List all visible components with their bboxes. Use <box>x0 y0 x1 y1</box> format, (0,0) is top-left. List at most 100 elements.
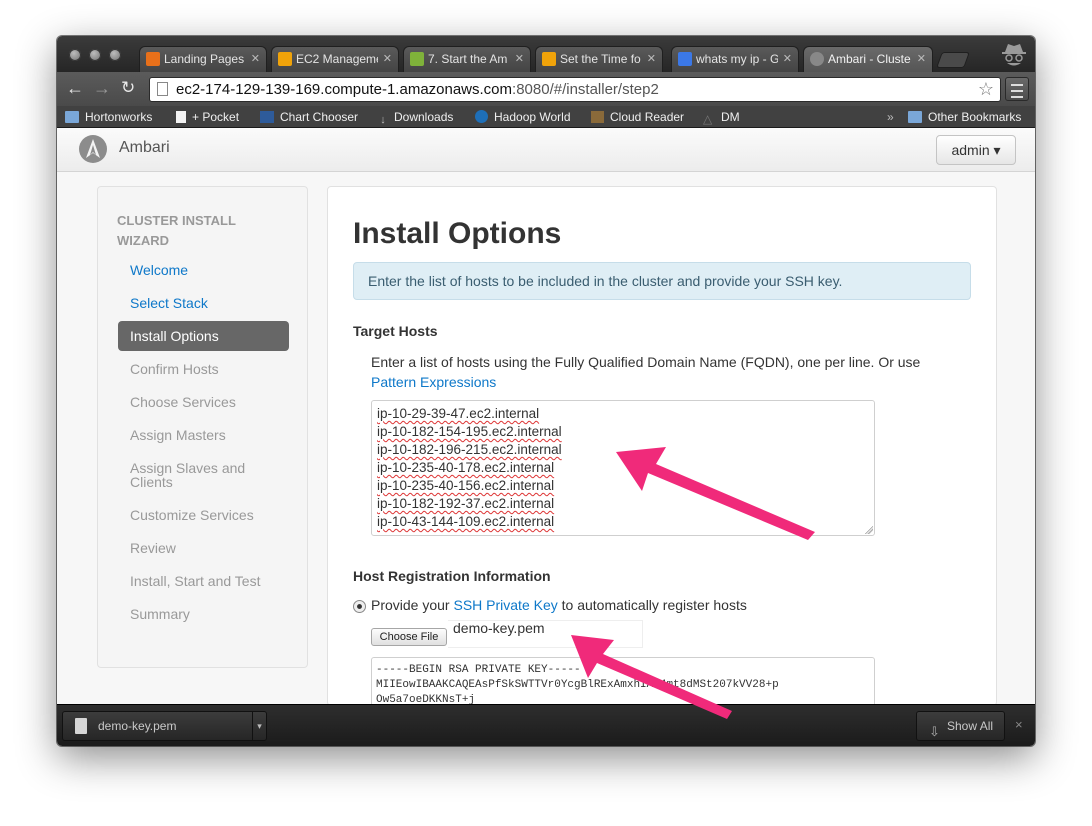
host-entry: ip-10-235-40-156.ec2.internal <box>377 478 555 493</box>
close-tab-icon[interactable]: ✕ <box>515 47 524 71</box>
hadoop-elephant-favicon-icon <box>410 52 424 66</box>
web-page: Ambari admin ▾ CLUSTER INSTALL WIZARD We… <box>57 128 1035 704</box>
selected-file-name: demo-key.pem <box>453 620 545 636</box>
download-arrow-icon: ⇩ <box>929 724 940 739</box>
key-line: MIIEowIBAAKCAQEAsPfSkSWTTVr0YcgBlRExAmxh… <box>376 679 779 691</box>
hosts-instructions: Enter a list of hosts using the Fully Qu… <box>371 354 921 390</box>
tab-landing-pages[interactable]: Landing Pages ✕ <box>139 46 267 72</box>
bookmark-dm[interactable]: △ DM <box>703 108 740 126</box>
show-all-downloads-button[interactable]: ⇩ Show All <box>916 711 1005 741</box>
tab-set-time[interactable]: Set the Time fo ✕ <box>535 46 663 72</box>
tab-ec2-management[interactable]: EC2 Manageme ✕ <box>271 46 399 72</box>
url-path: :8080/#/installer/step2 <box>512 81 659 98</box>
host-entry: ip-10-182-192-37.ec2.internal <box>377 496 555 511</box>
ssh-key-radio[interactable] <box>353 600 366 613</box>
close-window-button[interactable] <box>69 49 81 61</box>
host-entry: ip-10-43-144-109.ec2.internal <box>377 514 555 529</box>
tab-whats-my-ip[interactable]: whats my ip - G ✕ <box>671 46 799 72</box>
nav-choose-services: Choose Services <box>130 394 236 410</box>
nav-summary: Summary <box>130 606 190 622</box>
host-entry: ip-10-182-196-215.ec2.internal <box>377 442 562 457</box>
bookmark-downloads[interactable]: ↓ Downloads <box>378 108 453 126</box>
address-bar[interactable]: ec2-174-129-139-169.compute-1.amazonaws.… <box>149 77 1001 102</box>
target-hosts-heading: Target Hosts <box>353 323 438 339</box>
close-tab-icon[interactable]: ✕ <box>383 47 392 71</box>
ambari-logo-icon <box>79 135 107 163</box>
page-title: Install Options <box>353 217 562 250</box>
choose-file-button[interactable]: Choose File <box>371 628 447 646</box>
nav-confirm-hosts: Confirm Hosts <box>130 361 219 377</box>
bookmark-pocket[interactable]: + Pocket <box>176 108 239 126</box>
close-tab-icon[interactable]: ✕ <box>251 47 260 71</box>
url-host: ec2-174-129-139-169.compute-1.amazonaws.… <box>176 81 513 98</box>
forward-arrow-icon[interactable]: → <box>93 77 111 99</box>
folder-icon <box>65 111 79 123</box>
pattern-expressions-link[interactable]: Pattern Expressions <box>371 374 496 390</box>
resize-grip-icon[interactable] <box>865 526 873 534</box>
browser-toolbar: ← → ↻ ec2-174-129-139-169.compute-1.amaz… <box>57 72 1035 106</box>
host-entry: ip-10-29-39-47.ec2.internal <box>377 406 540 421</box>
file-icon <box>75 718 87 734</box>
minimize-window-button[interactable] <box>89 49 101 61</box>
host-registration-heading: Host Registration Information <box>353 568 551 584</box>
target-hosts-textarea[interactable]: ip-10-29-39-47.ec2.internal ip-10-182-15… <box>371 400 875 536</box>
bookmark-other-bookmarks[interactable]: Other Bookmarks <box>908 108 1021 126</box>
bookmark-hortonworks[interactable]: Hortonworks <box>65 108 152 126</box>
bookmarks-overflow-chevron[interactable]: » <box>887 108 894 126</box>
bookmark-chart-chooser[interactable]: Chart Chooser <box>260 108 358 126</box>
close-tab-icon[interactable]: ✕ <box>783 47 792 71</box>
tab-strip: Landing Pages ✕ EC2 Manageme ✕ 7. Start … <box>57 36 1035 72</box>
chrome-menu-button[interactable] <box>1005 77 1029 101</box>
main-content: Install Options Enter the list of hosts … <box>327 186 997 704</box>
google-favicon-icon <box>678 52 692 66</box>
ssh-private-key-link[interactable]: SSH Private Key <box>453 597 557 613</box>
reload-icon[interactable]: ↻ <box>121 77 135 99</box>
bookmark-hadoop-world[interactable]: Hadoop World <box>475 108 571 126</box>
admin-menu-button[interactable]: admin ▾ <box>936 135 1016 165</box>
app-header: Ambari admin ▾ <box>57 128 1035 172</box>
new-tab-button[interactable] <box>936 52 970 68</box>
download-shelf: demo-key.pem ▾ ⇩ Show All × <box>57 704 1035 746</box>
app-brand[interactable]: Ambari <box>119 139 170 157</box>
star-bookmark-icon[interactable]: ☆ <box>978 78 994 101</box>
back-arrow-icon[interactable]: ← <box>66 77 84 99</box>
incognito-icon <box>1002 44 1026 66</box>
nav-install-start-test: Install, Start and Test <box>130 573 261 589</box>
bookmarks-bar: Hortonworks + Pocket Chart Chooser ↓ Down… <box>57 106 1035 128</box>
browser-window: Landing Pages ✕ EC2 Manageme ✕ 7. Start … <box>57 36 1035 746</box>
wizard-sidebar: CLUSTER INSTALL WIZARD Welcome Select St… <box>97 186 308 668</box>
ssh-key-textarea[interactable]: -----BEGIN RSA PRIVATE KEY----- MIIEowIBA… <box>371 657 875 704</box>
close-tab-icon[interactable]: ✕ <box>917 47 926 71</box>
nav-install-options[interactable]: Install Options <box>118 321 289 351</box>
close-tab-icon[interactable]: ✕ <box>647 47 656 71</box>
close-shelf-icon[interactable]: × <box>1015 717 1023 732</box>
host-entry: ip-10-182-154-195.ec2.internal <box>377 424 562 439</box>
page-icon <box>157 82 168 96</box>
chevron-down-icon[interactable]: ▾ <box>252 712 266 740</box>
ambari-favicon-icon <box>810 52 824 66</box>
host-entry: ip-10-235-40-178.ec2.internal <box>377 460 555 475</box>
nav-welcome[interactable]: Welcome <box>118 255 289 285</box>
hadoop-world-icon <box>475 110 488 123</box>
info-alert: Enter the list of hosts to be included i… <box>353 262 971 300</box>
chart-chooser-icon <box>260 111 274 123</box>
nav-select-stack[interactable]: Select Stack <box>118 288 289 318</box>
download-file-name: demo-key.pem <box>98 719 177 733</box>
key-line: -----BEGIN RSA PRIVATE KEY----- <box>376 664 581 676</box>
tab-start-ambari[interactable]: 7. Start the Am ✕ <box>403 46 531 72</box>
page-body: CLUSTER INSTALL WIZARD Welcome Select St… <box>57 172 1035 704</box>
tab-ambari[interactable]: Ambari - Cluste ✕ <box>803 46 933 72</box>
bookmark-cloud-reader[interactable]: Cloud Reader <box>591 108 684 126</box>
wizard-title: CLUSTER INSTALL WIZARD <box>117 213 236 248</box>
document-icon <box>176 111 186 123</box>
zoom-window-button[interactable] <box>109 49 121 61</box>
ssh-key-option-label: Provide your SSH Private Key to automati… <box>371 597 747 613</box>
download-arrow-icon: ↓ <box>380 114 386 126</box>
download-item[interactable]: demo-key.pem ▾ <box>62 711 267 741</box>
aws-cube-favicon-icon <box>542 52 556 66</box>
nav-customize-services: Customize Services <box>130 507 254 523</box>
nav-review: Review <box>130 540 176 556</box>
aws-cube-favicon-icon <box>278 52 292 66</box>
folder-icon <box>908 111 922 123</box>
nav-assign-slaves: Assign Slaves and Clients <box>130 460 246 490</box>
